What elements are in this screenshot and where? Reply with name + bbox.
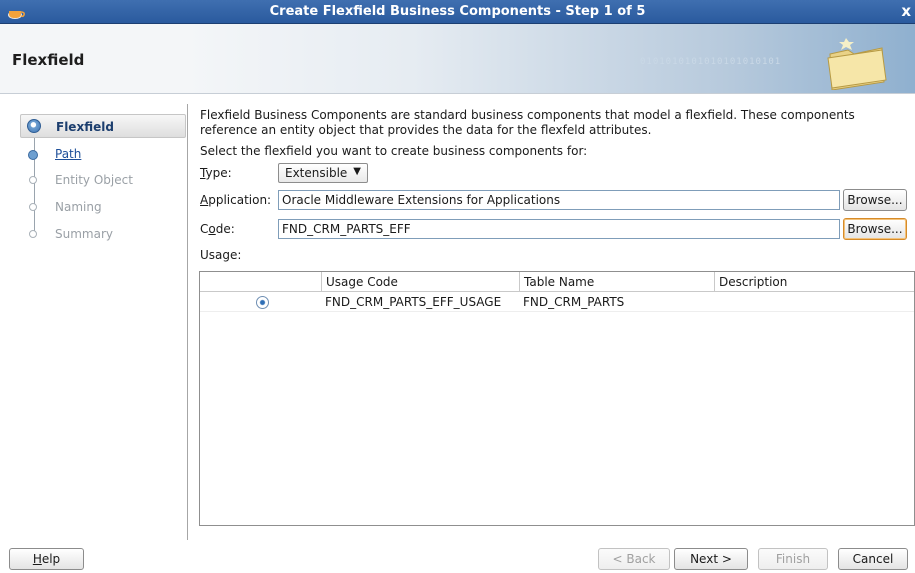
radio-selected-icon[interactable]: [256, 296, 269, 309]
help-button[interactable]: Help: [9, 548, 84, 570]
close-icon[interactable]: x: [901, 2, 911, 20]
description-text: Flexfield Business Components are standa…: [200, 108, 900, 138]
application-browse-button[interactable]: Browse...: [843, 189, 907, 211]
code-browse-button[interactable]: Browse...: [843, 218, 907, 240]
nav-step-label: Path: [55, 147, 82, 161]
finish-button: Finish: [758, 548, 828, 570]
table-name-cell: FND_CRM_PARTS: [523, 295, 625, 309]
type-selected-value: Extensible: [285, 166, 348, 180]
dropdown-arrow-icon: ▼: [353, 166, 361, 177]
nav-step-label: Naming: [55, 200, 102, 214]
type-label: Type:: [200, 166, 232, 180]
usage-table[interactable]: Usage Code Table Name Description FND_CR…: [199, 271, 915, 526]
step-current-icon: [27, 119, 41, 133]
back-button: < Back: [598, 548, 670, 570]
help-label-rest: elp: [41, 552, 61, 566]
help-mnemonic: H: [32, 552, 42, 566]
usage-label: Usage:: [200, 248, 242, 262]
nav-step-label: Flexfield: [56, 120, 114, 134]
select-prompt: Select the flexfield you want to create …: [200, 144, 588, 158]
binary-decoration: 0101010101010101010101: [640, 57, 782, 67]
code-label-text: de:: [215, 222, 235, 236]
nav-step-flexfield[interactable]: Flexfield: [20, 114, 186, 138]
usage-code-cell: FND_CRM_PARTS_EFF_USAGE: [325, 295, 502, 309]
window-title: Create Flexfield Business Components - S…: [269, 4, 646, 19]
column-header-description[interactable]: Description: [714, 272, 914, 292]
column-header-table-name[interactable]: Table Name: [519, 272, 714, 292]
step-pending-icon: [29, 176, 37, 184]
next-button[interactable]: Next >: [674, 548, 748, 570]
nav-step-label: Summary: [55, 227, 113, 241]
type-dropdown[interactable]: Extensible ▼: [278, 163, 368, 183]
application-field[interactable]: Oracle Middleware Extensions for Applica…: [278, 190, 840, 210]
application-label-text: pplication:: [208, 193, 272, 207]
code-label: Code:: [200, 222, 235, 236]
column-header-usage-code[interactable]: Usage Code: [321, 272, 519, 292]
description-line: reference an entity object that provides…: [200, 123, 652, 137]
table-row[interactable]: FND_CRM_PARTS_EFF_USAGE FND_CRM_PARTS: [200, 292, 914, 312]
page-title: Flexfield: [12, 51, 85, 69]
table-header: Usage Code Table Name Description: [200, 272, 914, 292]
application-label: Application:: [200, 193, 271, 207]
step-visited-icon: [28, 150, 38, 160]
header-banner: Flexfield 0101010101010101010101: [0, 24, 915, 94]
step-pending-icon: [29, 230, 37, 238]
type-label-text: ype:: [205, 166, 232, 180]
title-bar: Create Flexfield Business Components - S…: [0, 0, 915, 24]
step-pending-icon: [29, 203, 37, 211]
nav-step-label: Entity Object: [55, 173, 133, 187]
column-header-select: [200, 272, 320, 292]
application-mnemonic: A: [200, 193, 209, 207]
description-line: Flexfield Business Components are standa…: [200, 108, 855, 122]
code-field[interactable]: FND_CRM_PARTS_EFF: [278, 219, 840, 239]
cancel-button[interactable]: Cancel: [838, 548, 908, 570]
folder-icon: [827, 38, 887, 90]
code-mnemonic: o: [208, 222, 216, 236]
description-cell: [714, 292, 718, 312]
wizard-steps-nav: Flexfield Path Entity Object Naming Summ…: [0, 104, 188, 540]
